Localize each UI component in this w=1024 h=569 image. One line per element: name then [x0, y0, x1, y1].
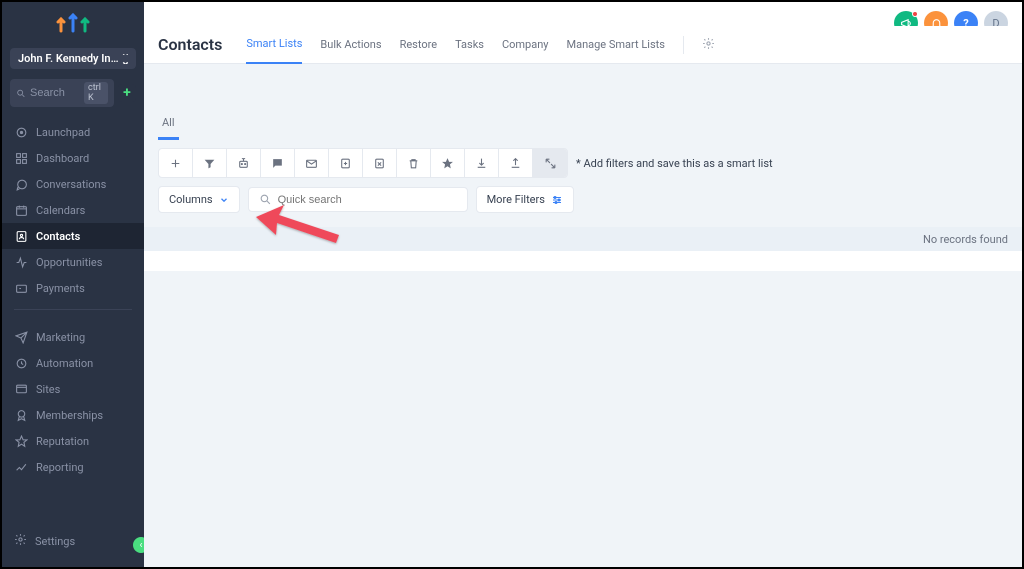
subnav-restore[interactable]: Restore — [400, 26, 438, 63]
page-title: Contacts — [158, 35, 222, 54]
star-icon — [14, 434, 28, 448]
sidebar-item-sites[interactable]: Sites — [2, 376, 144, 402]
nav-divider — [14, 309, 132, 310]
tab-all[interactable]: All — [158, 106, 179, 140]
sidebar-item-conversations[interactable]: Conversations — [2, 171, 144, 197]
toolbar: * Add filters and save this as a smart l… — [158, 148, 1008, 178]
main: ? D Contacts Smart Lists Bulk Actions Re… — [144, 2, 1022, 567]
filter-button[interactable] — [193, 149, 227, 177]
contacts-icon — [14, 229, 28, 243]
more-filters-button[interactable]: More Filters — [476, 186, 574, 213]
nav-label: Contacts — [36, 230, 80, 243]
automation-icon — [14, 356, 28, 370]
sidebar-item-settings[interactable]: Settings — [2, 527, 144, 555]
org-name: John F. Kennedy Internati... — [18, 52, 121, 65]
nav-label: Payments — [36, 282, 85, 295]
nav-label: Memberships — [36, 409, 103, 422]
import-button[interactable] — [465, 149, 499, 177]
sites-icon — [14, 382, 28, 396]
empty-message: No records found — [923, 233, 1008, 246]
sms-button[interactable] — [261, 149, 295, 177]
search-icon — [16, 87, 26, 100]
sidebar-item-reporting[interactable]: Reporting — [2, 454, 144, 480]
settings-label: Settings — [35, 535, 75, 548]
table-area: No records found — [144, 227, 1022, 271]
more-filters-label: More Filters — [487, 193, 545, 206]
sidebar-item-contacts[interactable]: Contacts — [2, 223, 144, 249]
quick-search[interactable] — [248, 187, 468, 212]
subnav-smart-lists[interactable]: Smart Lists — [246, 25, 302, 64]
add-button[interactable] — [159, 149, 193, 177]
nav-label: Conversations — [36, 178, 106, 191]
filter-row: Columns More Filters — [158, 186, 1008, 213]
columns-label: Columns — [169, 193, 213, 206]
grid-icon — [14, 151, 28, 165]
export-button[interactable] — [499, 149, 533, 177]
chevron-down-icon — [219, 195, 229, 205]
subnav-settings-button[interactable] — [702, 37, 715, 53]
nav-label: Dashboard — [36, 152, 89, 165]
sidebar-item-opportunities[interactable]: Opportunities — [2, 249, 144, 275]
nav-label: Reputation — [36, 435, 89, 448]
subnav-tasks[interactable]: Tasks — [455, 26, 484, 63]
sidebar-item-reputation[interactable]: Reputation — [2, 428, 144, 454]
subnav: Contacts Smart Lists Bulk Actions Restor… — [144, 26, 1022, 64]
nav-group-2: Marketing Automation Sites Memberships R… — [2, 324, 144, 480]
nav-label: Marketing — [36, 331, 85, 344]
subnav-company[interactable]: Company — [502, 26, 549, 63]
badge-icon — [14, 408, 28, 422]
sidebar-item-launchpad[interactable]: Launchpad — [2, 119, 144, 145]
toolbar-hint: * Add filters and save this as a smart l… — [576, 157, 773, 170]
subnav-bulk-actions[interactable]: Bulk Actions — [320, 26, 381, 63]
nav-group-1: Launchpad Dashboard Conversations Calend… — [2, 119, 144, 301]
subnav-divider — [683, 36, 684, 54]
pipeline-add-button[interactable] — [329, 149, 363, 177]
sliders-icon — [551, 194, 563, 206]
nav-label: Calendars — [36, 204, 85, 217]
sidebar-search-input[interactable] — [30, 87, 80, 99]
gear-icon — [14, 533, 27, 549]
chat-icon — [14, 177, 28, 191]
tab-bar: All — [144, 106, 1022, 140]
nav-label: Sites — [36, 383, 60, 396]
nav-label: Opportunities — [36, 256, 102, 269]
table-body — [144, 251, 1022, 271]
send-icon — [14, 330, 28, 344]
quick-search-input[interactable] — [278, 194, 457, 206]
org-selector[interactable]: John F. Kennedy Internati... ⌃⌄ — [10, 48, 136, 69]
chevron-updown-icon: ⌃⌄ — [121, 54, 128, 64]
content: All * Add filters and save — [144, 106, 1022, 567]
pipeline-remove-button[interactable] — [363, 149, 397, 177]
toolbar-buttons — [158, 148, 568, 178]
columns-button[interactable]: Columns — [158, 186, 240, 213]
calendar-icon — [14, 203, 28, 217]
sidebar-item-dashboard[interactable]: Dashboard — [2, 145, 144, 171]
nav-label: Reporting — [36, 461, 84, 474]
sidebar-item-automation[interactable]: Automation — [2, 350, 144, 376]
sidebar: John F. Kennedy Internati... ⌃⌄ ctrl K +… — [2, 2, 144, 567]
delete-button[interactable] — [397, 149, 431, 177]
sidebar-item-calendars[interactable]: Calendars — [2, 197, 144, 223]
sidebar-item-payments[interactable]: Payments — [2, 275, 144, 301]
rocket-icon — [14, 125, 28, 139]
notification-dot — [912, 11, 918, 17]
table-header: No records found — [144, 227, 1022, 251]
nav-label: Automation — [36, 357, 93, 370]
subnav-manage-smart-lists[interactable]: Manage Smart Lists — [566, 26, 664, 63]
robot-button[interactable] — [227, 149, 261, 177]
logo — [2, 2, 144, 44]
search-kbd: ctrl K — [84, 82, 108, 104]
sidebar-item-memberships[interactable]: Memberships — [2, 402, 144, 428]
sidebar-add-button[interactable]: + — [118, 84, 136, 102]
payments-icon — [14, 281, 28, 295]
email-button[interactable] — [295, 149, 329, 177]
chart-icon — [14, 460, 28, 474]
sidebar-item-marketing[interactable]: Marketing — [2, 324, 144, 350]
nav-label: Launchpad — [36, 126, 90, 139]
expand-button[interactable] — [533, 149, 567, 177]
search-icon — [259, 193, 272, 206]
opportunities-icon — [14, 255, 28, 269]
star-button[interactable] — [431, 149, 465, 177]
sidebar-search[interactable]: ctrl K — [10, 79, 114, 107]
